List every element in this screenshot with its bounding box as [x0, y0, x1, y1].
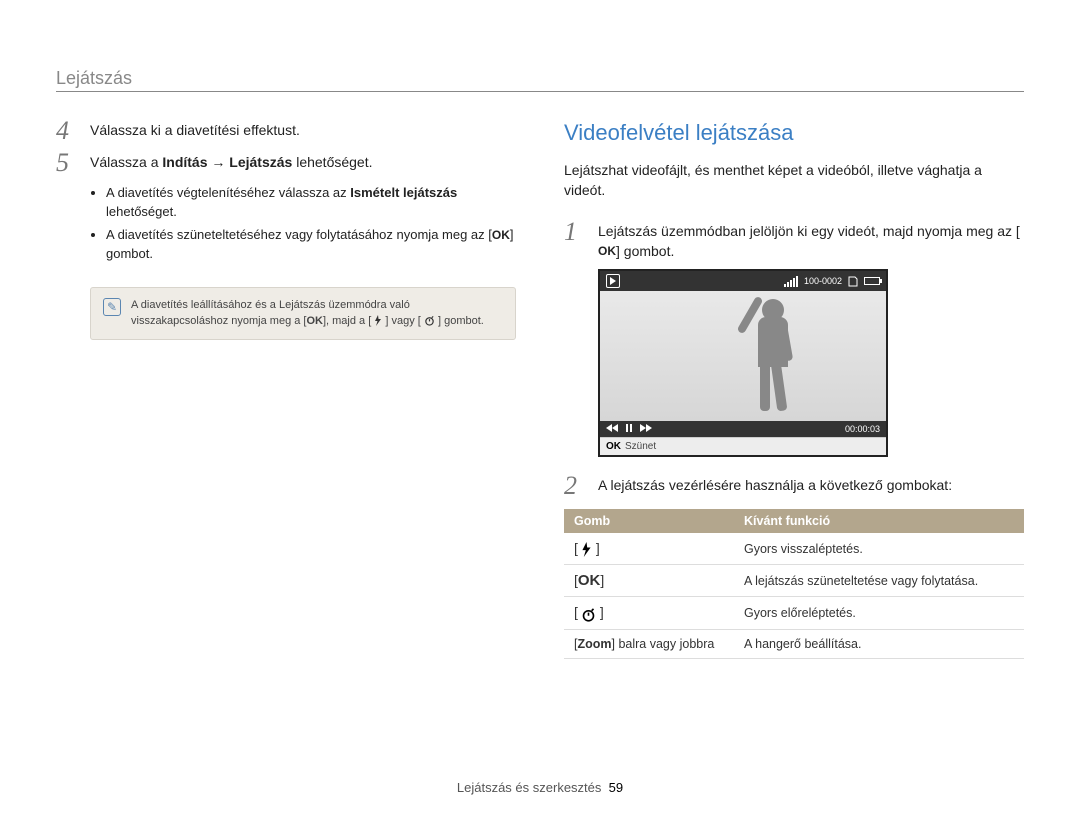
- th-gomb: Gomb: [564, 509, 734, 533]
- page-header: Lejátszás: [56, 68, 1024, 92]
- page-footer: Lejátszás és szerkesztés 59: [0, 780, 1080, 795]
- note-line2c: ] vagy [: [385, 315, 420, 327]
- step-4-text: Válassza ki a diavetítési effektust.: [90, 120, 300, 140]
- frame-counter: 100-0002: [804, 276, 842, 286]
- step-number-1: 1: [564, 219, 586, 245]
- note-text: A diavetítés leállításához és a Lejátszá…: [131, 298, 503, 329]
- step-number-2: 2: [564, 473, 586, 499]
- cell-flash-text: Gyors visszaléptetés.: [734, 533, 1024, 565]
- note-line2b: ], majd a [: [323, 315, 371, 327]
- table-row: [ ] Gyors visszaléptetés.: [564, 533, 1024, 565]
- playback-time: 00:00:03: [845, 424, 880, 434]
- status-ok-label: OK: [606, 441, 621, 452]
- video-frame: [600, 291, 886, 421]
- ok-icon: OK: [598, 243, 616, 260]
- step5-prefix: Válassza a: [90, 154, 162, 170]
- b1-bold: Ismételt lejátszás: [350, 185, 457, 200]
- step-1-text: Lejátszás üzemmódban jelöljön ki egy vid…: [598, 221, 1024, 262]
- b2-prefix: A diavetítés szüneteltetéséhez vagy foly…: [106, 227, 492, 242]
- step-number-4: 4: [56, 118, 78, 144]
- cell-ok: [OK]: [564, 565, 734, 597]
- cell-flash: [ ]: [564, 533, 734, 565]
- step-2-text: A lejátszás vezérlésére használja a köve…: [598, 475, 952, 495]
- signal-icon: [784, 276, 798, 287]
- ok-icon: OK: [492, 227, 510, 244]
- b1-suffix: lehetőséget.: [106, 204, 177, 219]
- timer-icon: [581, 607, 596, 622]
- step5-suffix: lehetőséget.: [292, 154, 372, 170]
- note-line2a: visszakapcsoláshoz nyomja meg a [: [131, 315, 306, 327]
- battery-icon: [864, 277, 880, 285]
- flash-icon: [374, 315, 382, 326]
- cell-zoom: [Zoom] balra vagy jobbra: [564, 629, 734, 658]
- flash-icon: [581, 542, 592, 557]
- intro-text: Lejátszhat videofájlt, és menthet képet …: [564, 160, 1024, 201]
- rewind-icon: [606, 424, 618, 434]
- section-title: Videofelvétel lejátszása: [564, 120, 1024, 146]
- zoom-label: Zoom: [577, 637, 611, 651]
- memory-card-icon: [848, 276, 858, 287]
- note-icon: [103, 298, 121, 316]
- footer-text: Lejátszás és szerkesztés: [457, 780, 602, 795]
- table-row: [OK] A lejátszás szüneteltetése vagy fol…: [564, 565, 1024, 597]
- bullet-1: A diavetítés végtelenítéséhez válassza a…: [106, 184, 516, 222]
- status-text: Szünet: [625, 441, 656, 452]
- step-number-5: 5: [56, 150, 78, 176]
- page-number: 59: [609, 780, 623, 795]
- step5-bold2: Lejátszás: [229, 154, 292, 170]
- bullet-2: A diavetítés szüneteltetéséhez vagy foly…: [106, 226, 516, 264]
- cell-timer-text: Gyors előreléptetés.: [734, 597, 1024, 629]
- th-funkcio: Kívánt funkció: [734, 509, 1024, 533]
- cell-ok-text: A lejátszás szüneteltetése vagy folytatá…: [734, 565, 1024, 597]
- right-column: Videofelvétel lejátszása Lejátszhat vide…: [564, 120, 1024, 659]
- controls-table: Gomb Kívánt funkció [ ] Gyors visszalépt…: [564, 509, 1024, 658]
- zoom-rest: ] balra vagy jobbra: [612, 637, 715, 651]
- timer-icon: [424, 315, 435, 326]
- video-preview: 100-0002: [598, 269, 888, 457]
- step5-bold1: Indítás: [162, 154, 207, 170]
- note-line2d: ] gombot.: [438, 315, 484, 327]
- forward-icon: [640, 424, 652, 434]
- b1-prefix: A diavetítés végtelenítéséhez válassza a…: [106, 185, 350, 200]
- pause-icon: [626, 424, 632, 434]
- note-ok-icon: OK: [306, 315, 323, 327]
- left-column: 4 Válassza ki a diavetítési effektust. 5…: [56, 120, 516, 659]
- cell-zoom-text: A hangerő beállítása.: [734, 629, 1024, 658]
- table-row: [ ] Gyors előreléptetés.: [564, 597, 1024, 629]
- note-line1: A diavetítés leállításához és a Lejátszá…: [131, 299, 410, 311]
- step5-arrow: →: [208, 154, 230, 170]
- cell-timer: [ ]: [564, 597, 734, 629]
- silhouette: [740, 299, 800, 419]
- table-row: [Zoom] balra vagy jobbra A hangerő beáll…: [564, 629, 1024, 658]
- play-indicator-icon: [606, 274, 620, 288]
- step-5-text: Válassza a Indítás → Lejátszás lehetőség…: [90, 152, 373, 172]
- s1b: ] gombot.: [616, 243, 674, 259]
- note-box: A diavetítés leállításához és a Lejátszá…: [90, 287, 516, 340]
- s1a: Lejátszás üzemmódban jelöljön ki egy vid…: [598, 223, 1020, 239]
